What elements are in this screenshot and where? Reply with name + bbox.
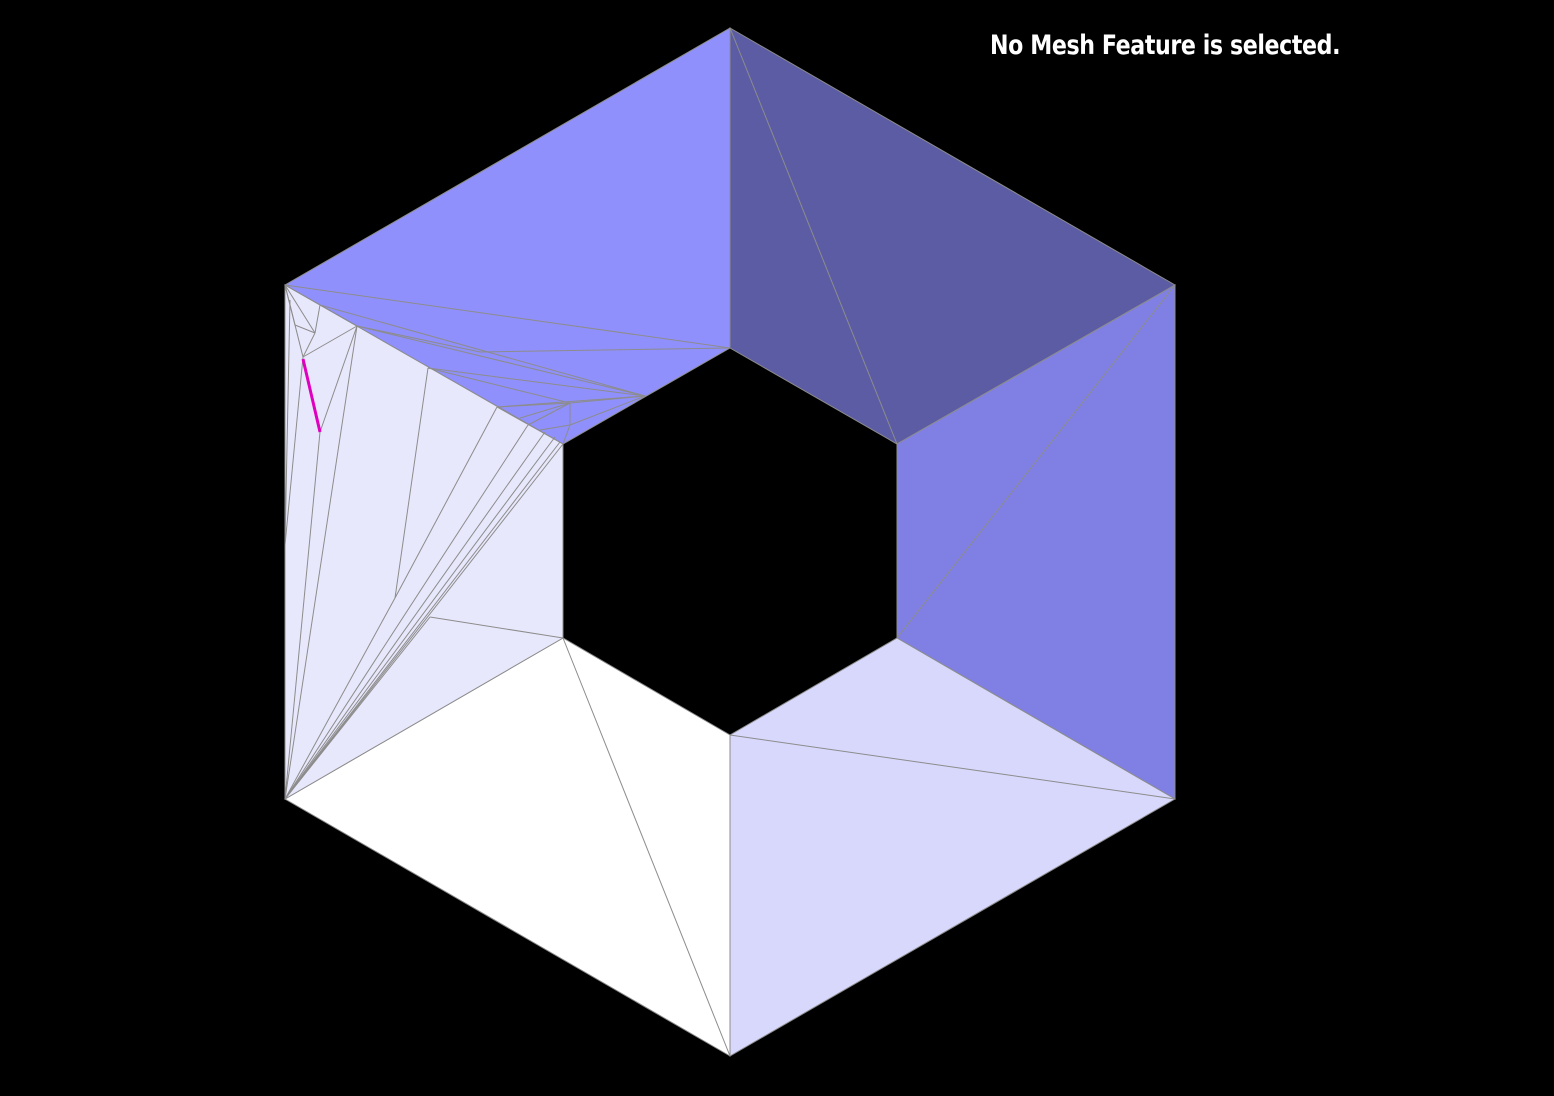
mesh-canvas[interactable] <box>0 0 1554 1092</box>
mesh-viewport[interactable] <box>0 0 1554 1092</box>
status-message: No Mesh Feature is selected. <box>990 30 1341 61</box>
